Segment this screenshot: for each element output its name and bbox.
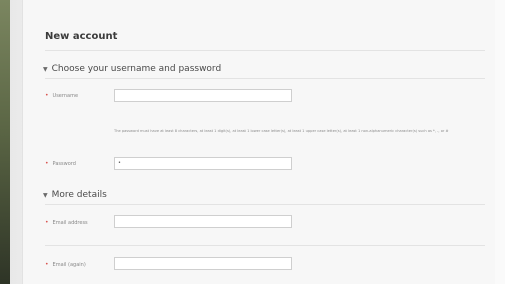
section-details-title: More details xyxy=(51,190,107,200)
section-details-header[interactable]: ▼ More details xyxy=(43,190,107,200)
email-label-text: Email address xyxy=(52,219,88,226)
email-input[interactable] xyxy=(114,215,292,228)
required-icon: • xyxy=(45,92,49,99)
password-input[interactable]: • xyxy=(114,157,292,170)
email-again-input[interactable] xyxy=(114,257,292,270)
username-input[interactable] xyxy=(114,89,292,102)
form-container xyxy=(22,0,495,284)
required-icon: • xyxy=(45,219,49,226)
section-divider xyxy=(45,204,485,205)
password-label: • Password xyxy=(45,160,76,167)
username-label-text: Username xyxy=(52,92,79,99)
field-divider xyxy=(45,245,485,246)
section-divider xyxy=(45,78,485,79)
section-credentials-header[interactable]: ▼ Choose your username and password xyxy=(43,64,221,74)
section-credentials-title: Choose your username and password xyxy=(51,64,222,74)
required-icon: • xyxy=(45,160,49,167)
email-label: • Email address xyxy=(45,219,88,226)
required-icon: • xyxy=(45,261,49,268)
page-title: New account xyxy=(45,31,118,42)
chevron-down-icon: ▼ xyxy=(43,65,48,73)
title-divider xyxy=(45,50,485,51)
chevron-down-icon: ▼ xyxy=(43,191,48,199)
username-label: • Username xyxy=(45,92,78,99)
email-again-label-text: Email (again) xyxy=(52,261,86,268)
password-hint: The password must have at least 8 charac… xyxy=(114,129,449,133)
password-label-text: Password xyxy=(52,160,76,167)
email-again-label: • Email (again) xyxy=(45,261,86,268)
background-strip xyxy=(0,0,10,284)
